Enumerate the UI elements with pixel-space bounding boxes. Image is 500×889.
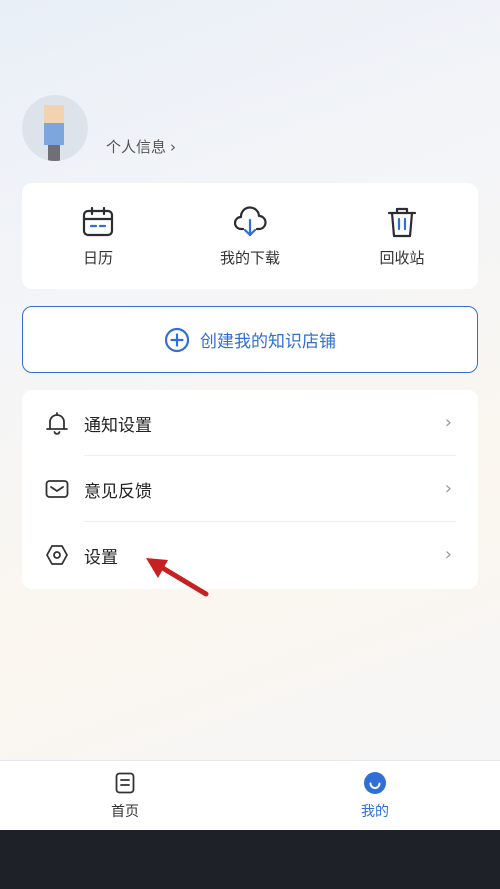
calendar-icon [82,206,114,236]
annotation-arrow-icon [146,558,209,597]
system-navigation-bar [0,830,500,889]
create-store-button[interactable]: 创建我的知识店铺 [22,306,478,373]
smile-icon [364,772,386,794]
calendar-label: 日历 [82,248,113,267]
tab-mine-label: 我的 [361,804,389,820]
settings-hexagon-icon [46,545,68,565]
profile-header[interactable]: 个人信息 › [22,95,176,161]
menu-item-feedback[interactable]: 意见反馈 › [22,456,478,522]
menu-item-settings[interactable]: 设置 › [22,522,478,588]
tab-home-label: 首页 [111,804,139,820]
mail-icon [45,480,69,498]
recycle-bin-label: 回收站 [379,248,425,267]
menu-item-label: 设置 [84,547,118,568]
create-store-label: 创建我的知识店铺 [200,332,336,352]
settings-menu-card: 通知设置 › 意见反馈 › 设置 › [22,390,478,589]
chevron-right-icon: › [444,544,452,565]
chevron-right-icon: › [170,137,177,156]
calendar-button[interactable]: 日历 [38,205,158,268]
trash-icon [387,207,417,237]
profile-info-link[interactable]: 个人信息 › [106,136,176,157]
avatar[interactable] [22,95,88,161]
menu-item-notification-settings[interactable]: 通知设置 › [22,390,478,456]
my-downloads-button[interactable]: 我的下载 [190,205,310,268]
cloud-download-icon [233,205,267,236]
menu-item-label: 意见反馈 [84,481,152,502]
bottom-tab-bar: 首页 我的 [0,760,500,830]
tab-mine[interactable]: 我的 [250,761,500,830]
recycle-bin-button[interactable]: 回收站 [342,205,462,268]
profile-info-label: 个人信息 [106,138,167,156]
bell-icon [46,412,68,435]
plus-circle-icon [164,327,190,352]
my-downloads-label: 我的下载 [219,248,280,267]
tab-home[interactable]: 首页 [0,761,250,830]
chevron-right-icon: › [444,478,452,499]
document-icon [115,772,135,794]
menu-item-label: 通知设置 [84,415,152,436]
quick-actions-card: 日历 我的下载 回收站 [22,183,478,289]
chevron-right-icon: › [444,412,452,433]
